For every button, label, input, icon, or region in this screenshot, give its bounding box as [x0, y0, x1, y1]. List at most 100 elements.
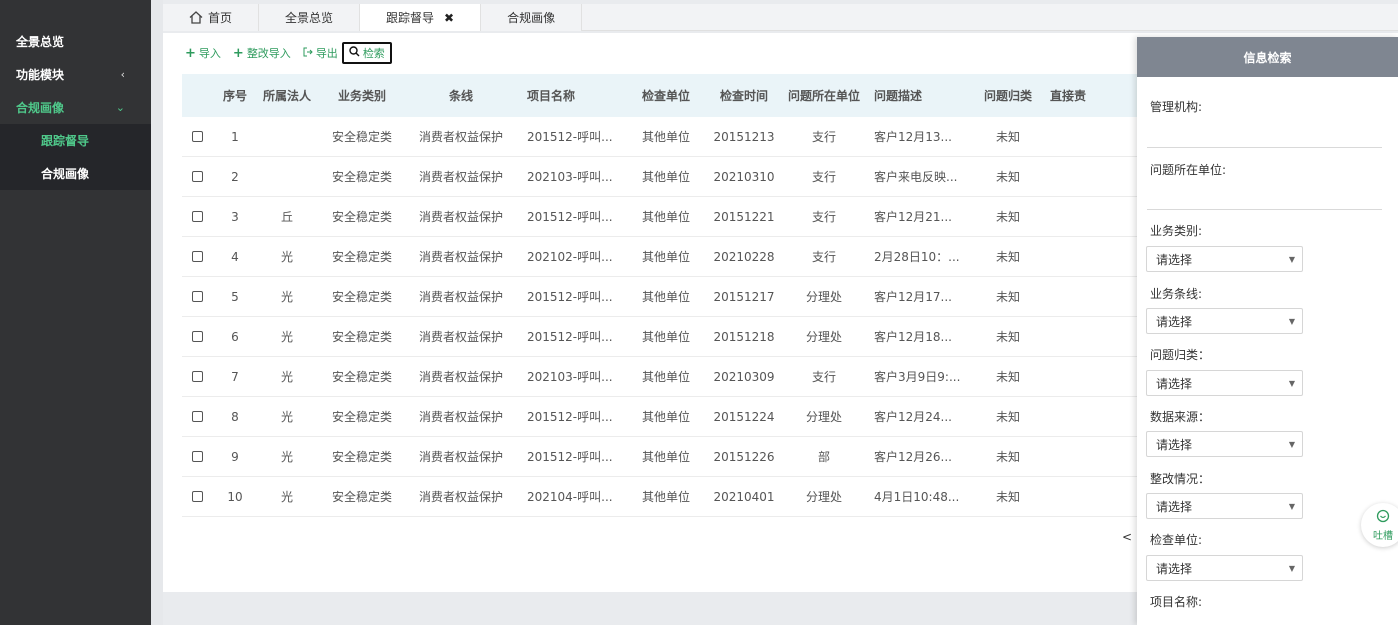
export-label: 导出 — [315, 47, 338, 60]
table-cell: 消费者权益保护 — [418, 170, 503, 184]
row-checkbox-cell — [182, 411, 212, 422]
import-button[interactable]: + 导入 — [185, 45, 221, 61]
table-cell: 安全稳定类 — [331, 450, 392, 464]
table-cell: 3 — [231, 209, 239, 224]
search-button[interactable]: 检索 — [341, 42, 392, 64]
export-button[interactable]: 导出 — [303, 45, 338, 61]
feedback-button[interactable]: 吐槽 — [1361, 503, 1398, 547]
table-cell: 光 — [280, 450, 293, 464]
issue-cat-label: 问题归类： — [1150, 348, 1211, 362]
table-cell: 光 — [280, 370, 293, 384]
import-label: 导入 — [198, 47, 221, 60]
org-field[interactable] — [1147, 147, 1382, 148]
row-checkbox[interactable] — [191, 251, 203, 262]
sidebar-subitem-profile[interactable]: 合规画像 — [0, 157, 151, 190]
feedback-label: 吐槽 — [1373, 530, 1393, 542]
rectify-select[interactable]: 请选择 ▼ — [1146, 493, 1303, 519]
sidebar-subitem-tracking[interactable]: 跟踪督导 — [0, 124, 151, 157]
row-checkbox[interactable] — [191, 451, 203, 462]
header-cell[interactable]: 检查单位 — [628, 87, 704, 104]
sidebar-item-overview[interactable]: 全景总览 — [0, 25, 151, 58]
select-value: 请选择 — [1156, 561, 1193, 576]
table-cell: 20210228 — [713, 249, 775, 264]
table-cell: 未知 — [995, 250, 1020, 264]
biz-type-select[interactable]: 请选择 ▼ — [1146, 246, 1303, 272]
tab-overview[interactable]: 全景总览 — [259, 4, 361, 31]
tab-home[interactable]: 首页 — [163, 4, 260, 31]
header-cell[interactable]: 问题所在单位 — [784, 87, 864, 104]
plus-icon: + — [185, 45, 196, 61]
header-cell[interactable]: 检查时间 — [704, 87, 784, 104]
table-cell: 6 — [231, 329, 239, 344]
header-cell[interactable]: 问题描述 — [864, 87, 972, 104]
row-checkbox-cell — [182, 371, 212, 382]
tab-profile[interactable]: 合规画像 — [481, 4, 583, 31]
table-cell: 2月28日10：... — [874, 250, 960, 264]
table-cell: 8 — [231, 409, 239, 424]
row-checkbox[interactable] — [191, 411, 203, 422]
pager-prev-button[interactable]: < — [1122, 530, 1132, 544]
table-cell: 未知 — [995, 490, 1020, 504]
row-checkbox[interactable] — [191, 171, 203, 182]
header-cell[interactable]: 直接责 — [1044, 87, 1104, 104]
select-value: 请选择 — [1156, 376, 1193, 391]
biz-line-select[interactable]: 请选择 ▼ — [1146, 308, 1303, 334]
table-cell: 20151218 — [713, 329, 775, 344]
table-cell: 未知 — [995, 170, 1020, 184]
table-cell: 9 — [231, 449, 239, 464]
table-cell: 客户12月13... — [874, 130, 952, 144]
table-cell: 消费者权益保护 — [418, 130, 503, 144]
select-value: 请选择 — [1156, 314, 1193, 329]
header-cell[interactable]: 业务类别 — [316, 87, 408, 104]
chat-icon — [1376, 509, 1390, 527]
tab-tracking[interactable]: 跟踪督导 ✖ — [360, 4, 482, 31]
table-cell: 客户12月26... — [874, 450, 952, 464]
row-checkbox[interactable] — [191, 131, 203, 142]
table-cell: 未知 — [995, 290, 1020, 304]
row-checkbox[interactable] — [191, 371, 203, 382]
table-cell: 202103-呼叫... — [527, 370, 613, 384]
table-cell: 未知 — [995, 370, 1020, 384]
header-cell[interactable]: 条线 — [408, 87, 514, 104]
row-checkbox[interactable] — [191, 211, 203, 222]
select-value: 请选择 — [1156, 252, 1193, 267]
table-cell: 消费者权益保护 — [418, 330, 503, 344]
table-cell: 未知 — [995, 410, 1020, 424]
table-cell: 消费者权益保护 — [418, 290, 503, 304]
row-checkbox[interactable] — [191, 491, 203, 502]
issue-unit-field[interactable] — [1147, 209, 1382, 210]
table-cell: 客户3月9日9:... — [874, 370, 961, 384]
table-cell: 4 — [231, 249, 239, 264]
table-cell: 202102-呼叫... — [527, 250, 613, 264]
table-cell: 10 — [227, 489, 243, 504]
row-checkbox[interactable] — [191, 331, 203, 342]
header-cell[interactable]: 问题归类 — [972, 87, 1044, 104]
header-cell[interactable]: 所属法人 — [258, 87, 316, 104]
table-cell: 20151217 — [713, 289, 775, 304]
table-cell: 客户12月24... — [874, 410, 952, 424]
header-cell[interactable]: 项目名称 — [514, 87, 628, 104]
row-checkbox-cell — [182, 251, 212, 262]
table-cell: 安全稳定类 — [331, 370, 392, 384]
table-cell: 201512-呼叫... — [527, 290, 613, 304]
row-checkbox-cell — [182, 491, 212, 502]
sidebar-item-modules[interactable]: 功能模块 ‹ — [0, 58, 151, 91]
table-cell: 安全稳定类 — [331, 130, 392, 144]
table-cell: 201512-呼叫... — [527, 210, 613, 224]
table-cell: 其他单位 — [641, 170, 690, 184]
row-checkbox-cell — [182, 291, 212, 302]
row-checkbox[interactable] — [191, 291, 203, 302]
table-cell: 202103-呼叫... — [527, 170, 613, 184]
close-icon[interactable]: ✖ — [444, 11, 454, 25]
sidebar-item-compliance[interactable]: 合规画像 ⌄ — [0, 91, 151, 124]
check-unit-select[interactable]: 请选择 ▼ — [1146, 555, 1303, 581]
table-cell: 未知 — [995, 130, 1020, 144]
table-cell: 其他单位 — [641, 410, 690, 424]
rectify-label: 整改情况： — [1150, 472, 1211, 486]
data-source-select[interactable]: 请选择 ▼ — [1146, 431, 1303, 457]
rectify-import-button[interactable]: + 整改导入 — [233, 45, 291, 61]
header-cell[interactable]: 序号 — [212, 87, 258, 104]
issue-cat-select[interactable]: 请选择 ▼ — [1146, 370, 1303, 396]
table-cell: 其他单位 — [641, 210, 690, 224]
tab-bar: 首页 全景总览 跟踪督导 ✖ 合规画像 — [163, 4, 1398, 31]
